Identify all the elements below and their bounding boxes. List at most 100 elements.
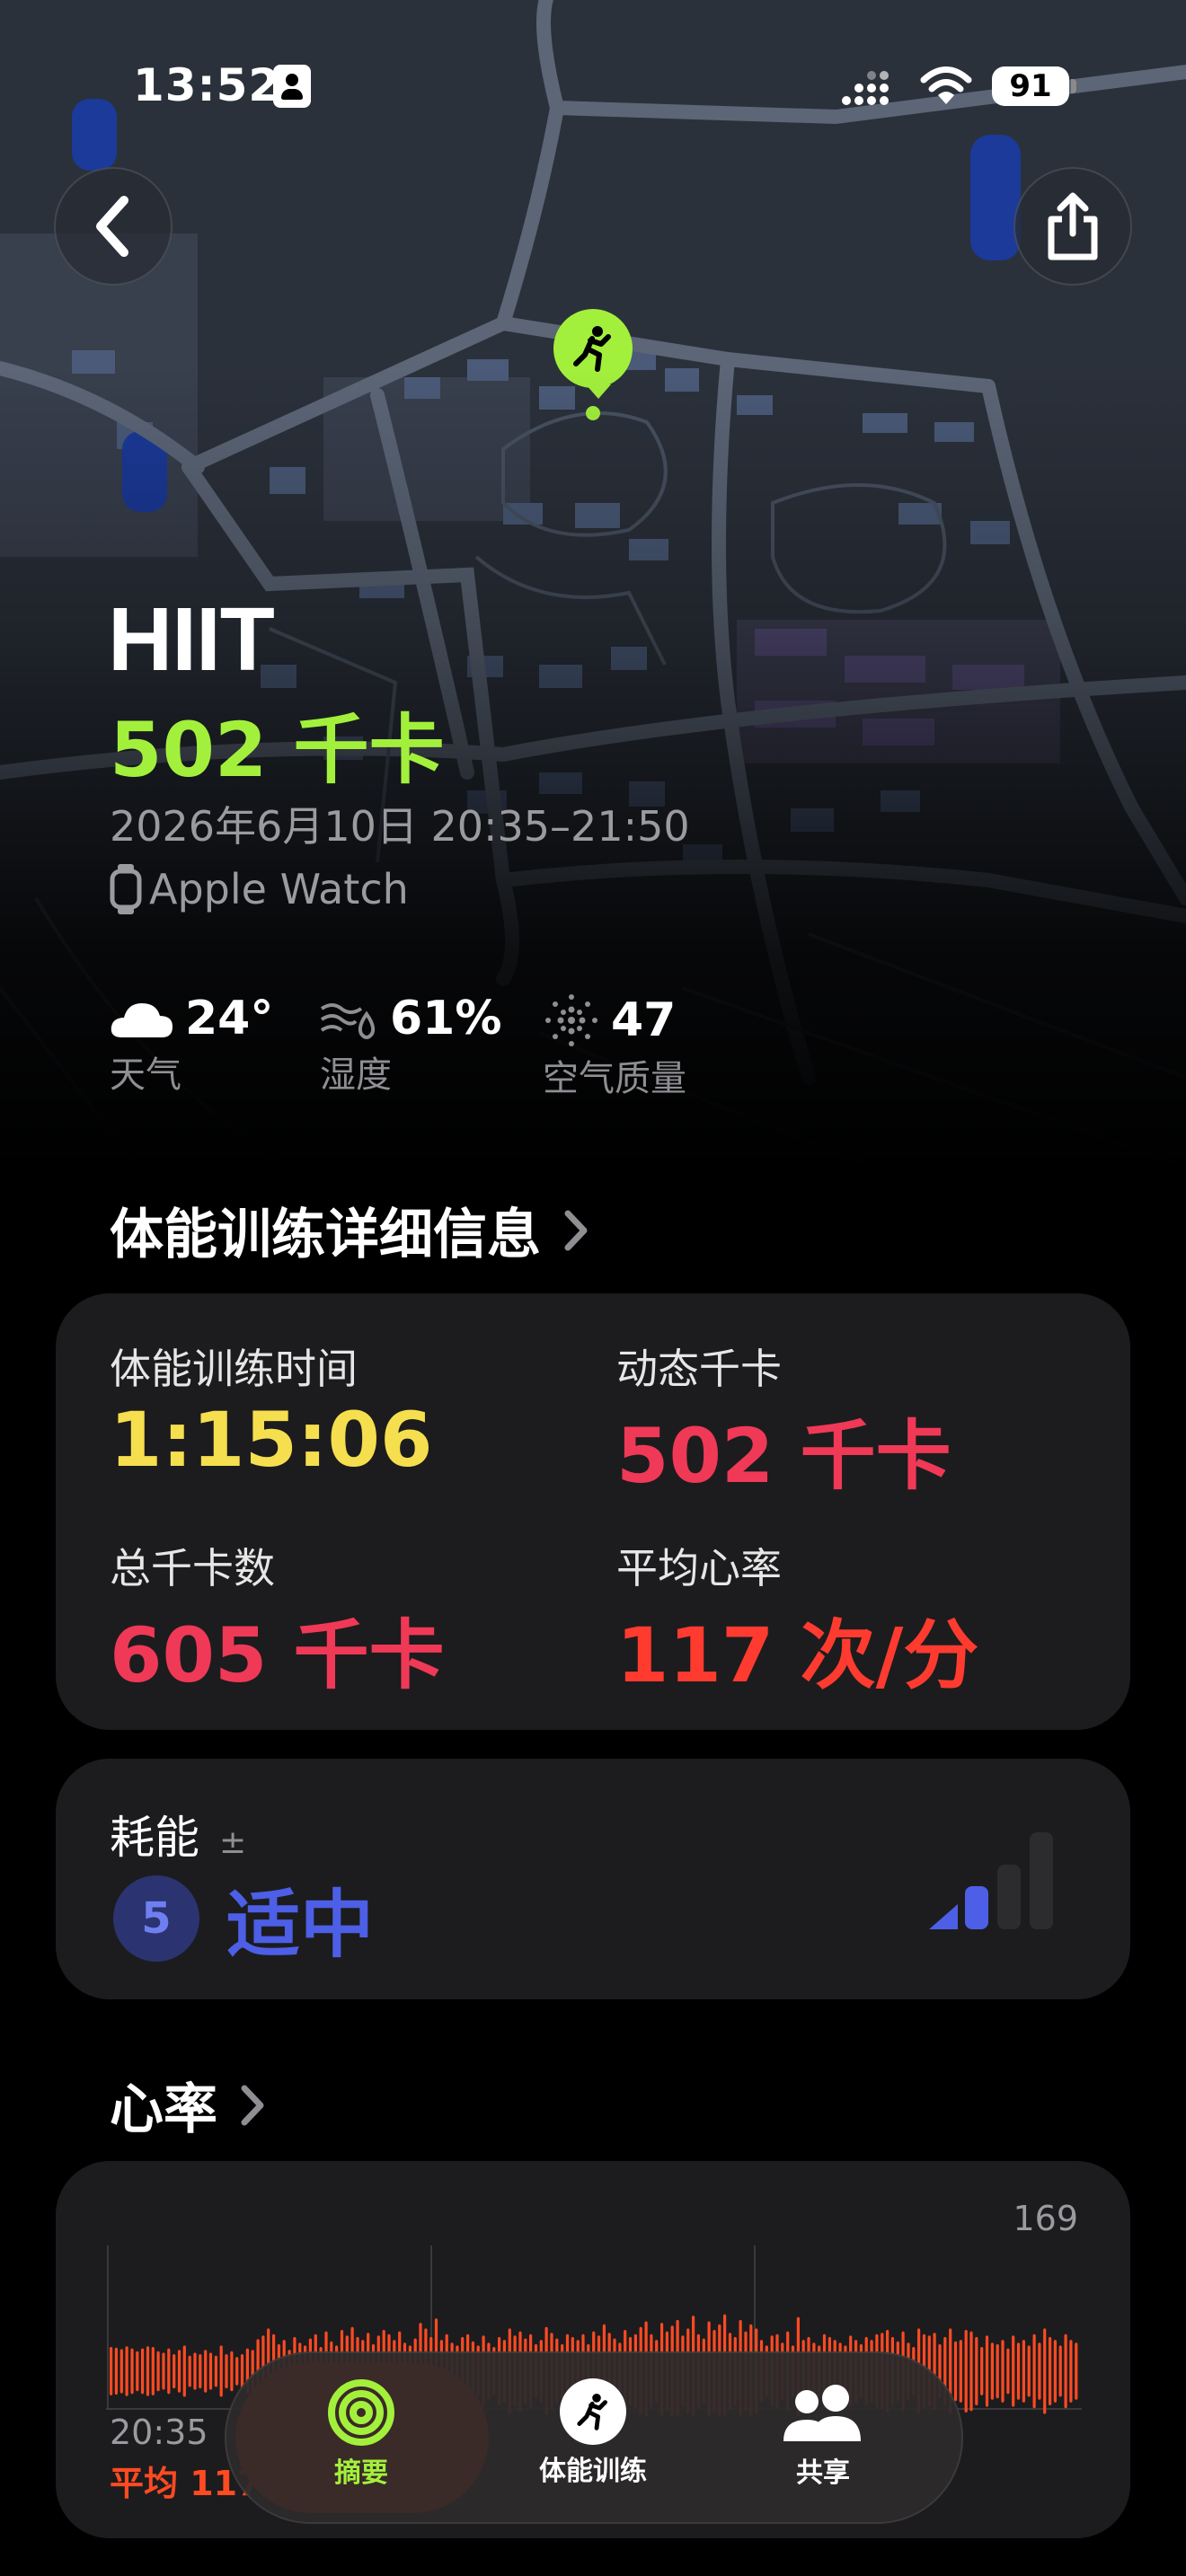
metric-active-calories: 动态千卡 502 千卡	[616, 1337, 951, 1504]
effort-level: 适中	[226, 1883, 375, 1968]
heart-rate-bar	[1027, 2345, 1031, 2397]
air-quality-value: 47	[611, 993, 677, 1047]
metric-label: 总千卡数	[110, 1544, 275, 1592]
heart-rate-bar	[219, 2345, 223, 2397]
heart-rate-bar	[1032, 2333, 1036, 2409]
weather-label: 天气	[110, 1054, 181, 1096]
weather-item: 24° 天气	[110, 992, 273, 1098]
heart-rate-bar	[1075, 2342, 1078, 2400]
heart-rate-bar	[985, 2335, 989, 2407]
tab-workouts[interactable]: 体能训练	[503, 2378, 683, 2488]
air-quality-icon	[545, 994, 597, 1046]
heart-rate-bar	[975, 2336, 978, 2405]
heart-rate-bar	[167, 2348, 171, 2395]
effort-bars-icon	[925, 1829, 1058, 1936]
activity-date-range: 2026年6月10日 20:35–21:50	[110, 802, 690, 851]
watch-icon	[110, 864, 142, 914]
heart-rate-bar	[1006, 2348, 1010, 2395]
effort-number-badge: 5	[113, 1875, 199, 1962]
heart-rate-bar	[125, 2346, 128, 2396]
running-figure-icon	[560, 2378, 626, 2445]
heart-rate-bar	[1043, 2328, 1047, 2414]
metric-total-calories: 总千卡数 605 千卡	[110, 1536, 445, 1704]
device-name: Apple Watch	[149, 865, 409, 913]
chevron-right-icon	[564, 1210, 588, 1250]
heart-rate-bar	[964, 2330, 968, 2413]
heart-rate-bar	[119, 2349, 123, 2394]
heart-rate-bar	[1001, 2340, 1005, 2403]
tab-summary[interactable]: 摘要	[271, 2378, 451, 2490]
tab-sharing[interactable]: 共享	[733, 2378, 913, 2490]
humidity-icon	[320, 1003, 376, 1039]
heart-rate-bar	[953, 2341, 958, 2402]
heart-rate-bar	[230, 2351, 234, 2392]
heart-rate-title: 心率	[110, 2078, 217, 2141]
heart-rate-bar	[225, 2354, 228, 2389]
heart-rate-bar	[177, 2350, 181, 2393]
heart-rate-bar	[114, 2347, 118, 2395]
heart-rate-bar	[199, 2354, 202, 2389]
back-button[interactable]	[54, 167, 173, 286]
tab-summary-label: 摘要	[334, 2457, 388, 2489]
metric-value: 1:15:06	[110, 1396, 433, 1484]
metric-label: 平均心率	[616, 1544, 782, 1592]
metric-label: 动态千卡	[616, 1345, 782, 1393]
heart-rate-bar	[151, 2347, 155, 2395]
cellular-signal-icon	[841, 70, 897, 106]
heart-rate-bar	[980, 2347, 984, 2395]
heart-rate-bar	[1058, 2345, 1062, 2397]
heart-rate-bar	[1016, 2342, 1021, 2400]
cloud-icon	[111, 1003, 173, 1037]
heart-rate-bar	[990, 2342, 994, 2400]
activity-title: HIIT	[108, 589, 275, 690]
details-section-link[interactable]: 体能训练详细信息	[110, 1191, 589, 1269]
heart-rate-bar	[969, 2331, 973, 2412]
weather-temperature: 24°	[185, 992, 274, 1045]
humidity-item: 61% 湿度	[320, 992, 501, 1098]
chevron-right-icon	[241, 2085, 264, 2125]
effort-header: 耗能 ±	[110, 1802, 246, 1866]
heart-rate-bar	[173, 2354, 176, 2389]
heart-rate-bar	[188, 2355, 191, 2387]
metric-avg-heart-rate: 平均心率 117 次/分	[616, 1536, 978, 1704]
heart-rate-bar	[204, 2350, 208, 2393]
heart-rate-bar	[193, 2352, 197, 2390]
heart-rate-bar	[182, 2345, 186, 2397]
people-icon	[783, 2385, 861, 2441]
heart-rate-max-label: 169	[1013, 2199, 1078, 2238]
effort-label: 耗能	[110, 1812, 199, 1864]
tab-workouts-label: 体能训练	[539, 2456, 647, 2487]
wifi-icon	[920, 65, 972, 110]
air-quality-label: 空气质量	[543, 1058, 686, 1099]
contact-card-icon	[273, 65, 311, 108]
heart-rate-bar	[136, 2351, 139, 2392]
heart-rate-bar	[146, 2346, 150, 2396]
metric-duration: 体能训练时间 1:15:06	[110, 1337, 432, 1484]
status-time: 13:52	[133, 59, 281, 111]
heart-rate-bar	[996, 2343, 999, 2399]
heart-rate-bar	[214, 2355, 217, 2387]
heart-rate-bar	[1049, 2336, 1052, 2405]
heart-rate-bar	[1012, 2335, 1015, 2407]
heart-rate-bar	[1038, 2342, 1041, 2400]
device-row: Apple Watch	[110, 864, 409, 914]
humidity-value: 61%	[390, 992, 502, 1045]
heart-rate-bar	[1053, 2340, 1057, 2403]
effort-symbol: ±	[219, 1824, 247, 1861]
heart-rate-section-link[interactable]: 心率	[110, 2066, 266, 2144]
heart-rate-bar	[235, 2357, 239, 2386]
share-button[interactable]	[1013, 167, 1132, 286]
heart-rate-bar	[208, 2352, 213, 2390]
heart-rate-bar	[130, 2348, 134, 2395]
chevron-left-icon	[96, 196, 128, 257]
heart-rate-bar	[959, 2340, 962, 2403]
share-icon	[1048, 192, 1098, 260]
heart-rate-bar	[1022, 2340, 1025, 2403]
battery-indicator: 91	[992, 66, 1069, 106]
heart-rate-start-time: 20:35	[110, 2413, 208, 2452]
metric-value: 502 千卡	[616, 1412, 951, 1500]
heart-rate-bar	[1069, 2340, 1073, 2403]
metric-label: 体能训练时间	[110, 1345, 358, 1393]
activity-rings-icon	[328, 2379, 394, 2446]
details-section-title: 体能训练详细信息	[110, 1204, 541, 1266]
